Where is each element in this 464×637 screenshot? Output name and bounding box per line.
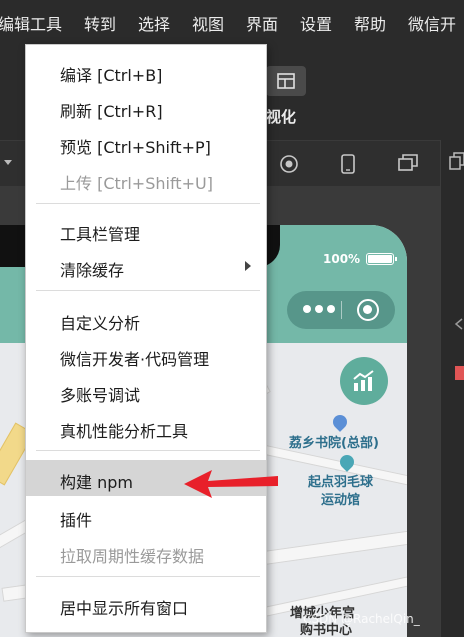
menu-item-label: 清除缓存	[60, 261, 125, 280]
menu-item-label: 真机性能分析工具	[60, 422, 189, 441]
menu-item-fetch-periodic-cache: 拉取周期性缓存数据	[26, 534, 266, 570]
submenu-arrow-icon	[245, 261, 251, 271]
menu-divider	[36, 203, 260, 204]
menu-item-label: 构建 npm	[60, 473, 133, 492]
windows-icon[interactable]	[398, 154, 418, 172]
menu-tools[interactable]: 工具	[30, 11, 62, 35]
chevron-left-icon[interactable]	[454, 318, 464, 330]
more-icon[interactable]	[303, 305, 339, 315]
menu-settings[interactable]: 设置	[300, 11, 332, 35]
menu-help[interactable]: 帮助	[354, 11, 386, 35]
menu-item-label: 编译 [Ctrl+B]	[60, 66, 163, 85]
menu-item-clear-cache[interactable]: 清除缓存	[26, 248, 266, 284]
layout-icon	[277, 73, 295, 89]
menu-item-multi-account-debug[interactable]: 多账号调试	[26, 373, 266, 409]
menu-edit[interactable]: 编辑	[0, 11, 30, 35]
tools-dropdown-menu: 编译 [Ctrl+B] 刷新 [Ctrl+R] 预览 [Ctrl+Shift+P…	[25, 44, 267, 633]
menu-item-code-management[interactable]: 微信开发者·代码管理	[26, 337, 266, 373]
menu-bar: 编辑 工具 转到 选择 视图 界面 设置 帮助 微信开	[0, 0, 464, 44]
copy-icon[interactable]	[449, 152, 464, 170]
menu-item-compile[interactable]: 编译 [Ctrl+B]	[26, 53, 266, 89]
menu-item-toolbar-manage[interactable]: 工具栏管理	[26, 212, 266, 248]
visualize-label: 视化	[266, 108, 297, 126]
trend-chart-icon	[353, 370, 374, 391]
battery-percent: 100%	[323, 252, 361, 266]
menu-item-label: 微信开发者·代码管理	[60, 350, 210, 369]
menu-item-label: 刷新 [Ctrl+R]	[60, 102, 163, 121]
menu-item-label: 插件	[60, 511, 93, 530]
right-panel	[440, 140, 464, 637]
menu-item-center-windows[interactable]: 居中显示所有窗口	[26, 586, 266, 622]
visualize-button[interactable]	[266, 66, 306, 96]
menu-view[interactable]: 视图	[192, 11, 224, 35]
poi-bookstore[interactable]: 荔乡书院(总部)	[289, 432, 379, 451]
miniprogram-capsule	[287, 291, 395, 329]
menu-interface[interactable]: 界面	[246, 11, 278, 35]
phone-icon[interactable]	[341, 154, 355, 174]
menu-item-preview[interactable]: 预览 [Ctrl+Shift+P]	[26, 125, 266, 161]
stats-button[interactable]	[340, 357, 388, 405]
poi-pin[interactable]	[330, 412, 350, 432]
menu-item-label: 多账号调试	[60, 386, 141, 405]
record-icon[interactable]	[279, 154, 299, 174]
chevron-down-icon[interactable]	[4, 160, 12, 166]
menu-item-refresh[interactable]: 刷新 [Ctrl+R]	[26, 89, 266, 125]
menu-item-label: 工具栏管理	[60, 225, 141, 244]
menu-item-custom-analysis[interactable]: 自定义分析	[26, 301, 266, 337]
poi-badminton-line1[interactable]: 起点羽毛球	[308, 471, 373, 490]
menu-item-label: 拉取周期性缓存数据	[60, 547, 205, 566]
annotation-arrow-icon	[184, 470, 278, 498]
close-miniprogram-icon[interactable]	[357, 299, 379, 321]
menu-wechat-dev[interactable]: 微信开	[408, 11, 456, 35]
menu-select[interactable]: 选择	[138, 11, 170, 35]
error-marker	[455, 366, 464, 380]
menu-divider	[36, 450, 260, 451]
menu-goto[interactable]: 转到	[84, 11, 116, 35]
menu-item-label: 上传 [Ctrl+Shift+U]	[60, 174, 213, 193]
watermark: CSDN @RachelQin_	[303, 612, 420, 626]
menu-item-device-performance[interactable]: 真机性能分析工具	[26, 409, 266, 445]
menu-item-label: 预览 [Ctrl+Shift+P]	[60, 138, 211, 157]
menu-item-label: 居中显示所有窗口	[60, 599, 189, 618]
menu-item-label: 自定义分析	[60, 314, 141, 333]
poi-badminton-line2[interactable]: 运动馆	[321, 489, 360, 508]
menu-item-upload: 上传 [Ctrl+Shift+U]	[26, 161, 266, 197]
menu-divider	[36, 290, 260, 291]
battery-icon	[366, 253, 397, 265]
menu-divider	[36, 576, 260, 577]
